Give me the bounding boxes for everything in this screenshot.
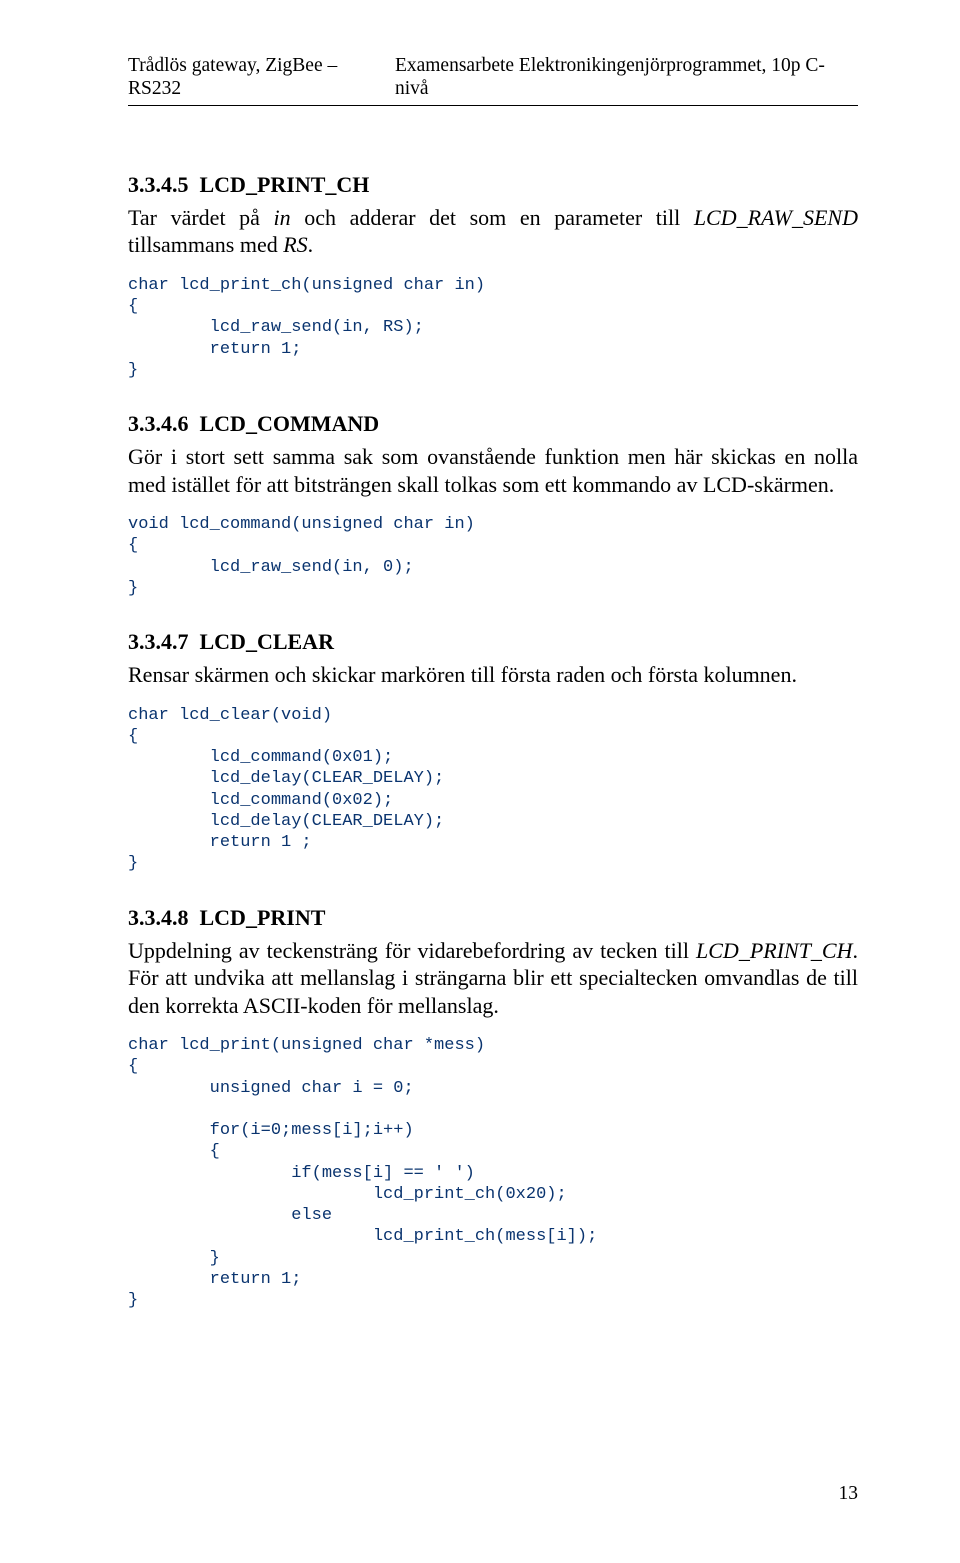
page: Trådlös gateway, ZigBee – RS232 Examensa…	[0, 0, 960, 1563]
heading: 3.3.4.8 LCD_PRINT	[128, 905, 858, 931]
paragraph: Gör i stort sett samma sak som ovanståen…	[128, 443, 858, 498]
code-block: char lcd_print_ch(unsigned char in) { lc…	[128, 275, 858, 381]
paragraph: Tar värdet på in och adderar det som en …	[128, 204, 858, 259]
heading-title: LCD_PRINT	[200, 905, 326, 930]
code-block: char lcd_print(unsigned char *mess) { un…	[128, 1035, 858, 1311]
heading: 3.3.4.7 LCD_CLEAR	[128, 629, 858, 655]
section-3-3-4-6: 3.3.4.6 LCD_COMMAND Gör i stort sett sam…	[128, 411, 858, 599]
page-number: 13	[839, 1483, 859, 1505]
header-left: Trådlös gateway, ZigBee – RS232	[128, 54, 395, 101]
heading-title: LCD_COMMAND	[200, 411, 380, 436]
heading: 3.3.4.6 LCD_COMMAND	[128, 411, 858, 437]
page-header: Trådlös gateway, ZigBee – RS232 Examensa…	[128, 54, 858, 101]
section-3-3-4-7: 3.3.4.7 LCD_CLEAR Rensar skärmen och ski…	[128, 629, 858, 875]
heading-number: 3.3.4.8	[128, 905, 189, 930]
section-3-3-4-8: 3.3.4.8 LCD_PRINT Uppdelning av teckenst…	[128, 905, 858, 1312]
content: 3.3.4.5 LCD_PRINT_CH Tar värdet på in oc…	[128, 172, 858, 1312]
heading: 3.3.4.5 LCD_PRINT_CH	[128, 172, 858, 198]
heading-number: 3.3.4.6	[128, 411, 189, 436]
heading-number: 3.3.4.7	[128, 629, 189, 654]
code-block: char lcd_clear(void) { lcd_command(0x01)…	[128, 705, 858, 875]
heading-title: LCD_CLEAR	[200, 629, 334, 654]
paragraph: Uppdelning av teckensträng för vidarebef…	[128, 937, 858, 1020]
paragraph: Rensar skärmen och skickar markören till…	[128, 661, 858, 689]
header-rule	[128, 105, 858, 106]
heading-title: LCD_PRINT_CH	[200, 172, 370, 197]
code-block: void lcd_command(unsigned char in) { lcd…	[128, 514, 858, 599]
header-right: Examensarbete Elektronikingenjörprogramm…	[395, 54, 858, 101]
section-3-3-4-5: 3.3.4.5 LCD_PRINT_CH Tar värdet på in oc…	[128, 172, 858, 381]
heading-number: 3.3.4.5	[128, 172, 189, 197]
